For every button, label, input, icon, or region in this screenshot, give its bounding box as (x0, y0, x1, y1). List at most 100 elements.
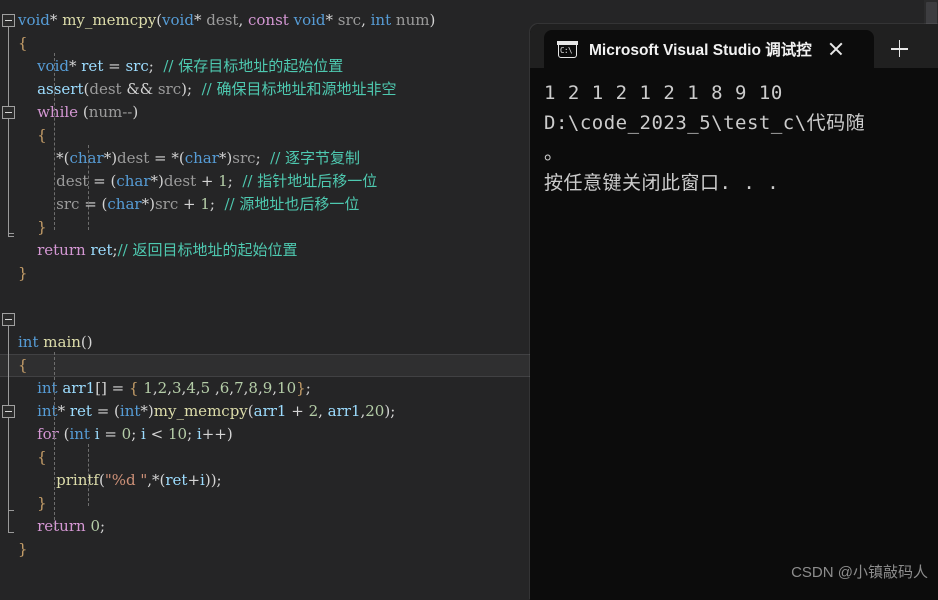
code-token: } (37, 218, 47, 236)
code-token: = (99, 425, 122, 443)
indent-guide (88, 145, 89, 230)
console-output-line: D:\code_2023_5\test_c\代码随 (544, 112, 866, 134)
code-token: 3 (171, 379, 182, 397)
code-token: } (18, 264, 28, 282)
code-token: void (18, 11, 50, 29)
code-token: int (119, 402, 141, 420)
code-token: ++) (201, 425, 233, 443)
code-token: char (69, 149, 104, 167)
code-token: = (103, 57, 126, 75)
code-token: 5 (200, 379, 211, 397)
code-token: ( (78, 103, 89, 121)
code-token: return (37, 517, 86, 535)
indent-guide (54, 53, 55, 230)
code-token: 6 (219, 379, 230, 397)
code-token: ret (90, 241, 113, 259)
code-token: [] = (95, 379, 129, 397)
code-token: src (232, 149, 256, 167)
code-token: , (318, 402, 328, 420)
code-token: return (37, 241, 86, 259)
code-token: ) (132, 103, 139, 121)
code-token: // 保存目标地址的起始位置 (163, 57, 344, 75)
code-token: arr1 (327, 402, 361, 420)
console-titlebar[interactable]: C:\ Microsoft Visual Studio 调试控 (530, 24, 938, 68)
code-token: 8 (248, 379, 258, 397)
code-token: 7 (234, 379, 244, 397)
new-tab-icon[interactable] (882, 30, 916, 68)
code-token: { (37, 448, 47, 466)
console-cmd-icon-glyph: C:\ (560, 45, 573, 55)
code-token: ) (429, 11, 436, 29)
code-token: *) (140, 402, 154, 420)
console-tab[interactable]: C:\ Microsoft Visual Studio 调试控 (544, 30, 874, 68)
code-token: src (337, 11, 362, 29)
console-output-line: 按任意键关闭此窗口. . . (544, 172, 780, 194)
code-token: arr1 (62, 379, 96, 397)
code-token: 20 (365, 402, 385, 420)
code-token: ; (255, 149, 271, 167)
code-token: 0 (90, 517, 100, 535)
code-token: * (325, 11, 338, 29)
code-token: ret (81, 57, 104, 75)
code-token: 1 (200, 195, 210, 213)
code-token: 0 (121, 425, 132, 443)
code-token: src (56, 195, 80, 213)
code-token: // 返回目标地址的起始位置 (117, 241, 298, 259)
code-token: { (18, 356, 28, 374)
code-token: ; (148, 57, 164, 75)
code-token: // 逐字节复制 (270, 149, 361, 167)
code-token: + (178, 195, 201, 213)
code-token: 4 (186, 379, 196, 397)
code-token: 1 (143, 379, 153, 397)
code-token: src (154, 195, 179, 213)
code-token: 9 (262, 379, 273, 397)
code-token: ; (305, 379, 311, 397)
console-cmd-icon: C:\ (557, 40, 578, 58)
code-token: ; (131, 425, 142, 443)
code-token: , (238, 11, 248, 29)
code-token: { (37, 126, 47, 144)
code-token: int (69, 425, 90, 443)
code-token: int (370, 11, 392, 29)
code-token: ( (58, 425, 70, 443)
console-output-area[interactable]: 1 2 1 2 1 2 1 8 9 10 D:\code_2023_5\test_… (530, 68, 938, 600)
code-token: ,*( (147, 471, 166, 489)
code-token: dest (117, 149, 150, 167)
code-token: char (184, 149, 219, 167)
code-token: + (187, 471, 201, 489)
console-output-line: 1 2 1 2 1 2 1 8 9 10 (544, 82, 783, 104)
code-token: 10 (167, 425, 188, 443)
code-token: // 指针地址后移一位 (242, 172, 378, 190)
code-token: void (162, 11, 194, 29)
code-token: assert (37, 80, 84, 98)
debug-console-window[interactable]: C:\ Microsoft Visual Studio 调试控 1 2 1 2 … (530, 24, 938, 600)
close-icon[interactable] (821, 34, 851, 64)
code-token: while (37, 103, 79, 121)
code-token: dest (89, 80, 122, 98)
code-token: *( (18, 149, 70, 167)
code-token: my_memcpy (153, 402, 248, 420)
code-token: ); (384, 402, 396, 420)
code-token: ; (187, 425, 197, 443)
console-output-line: 。 (544, 142, 564, 164)
console-tab-title: Microsoft Visual Studio 调试控 (589, 42, 812, 59)
code-token: < (145, 425, 168, 443)
indent-guide (88, 444, 89, 506)
code-token: num (395, 11, 430, 29)
code-token: 2 (308, 402, 319, 420)
code-token: 2 (157, 379, 168, 397)
code-token: *) (150, 172, 164, 190)
code-token: num-- (88, 103, 133, 121)
code-token: } (18, 540, 28, 558)
